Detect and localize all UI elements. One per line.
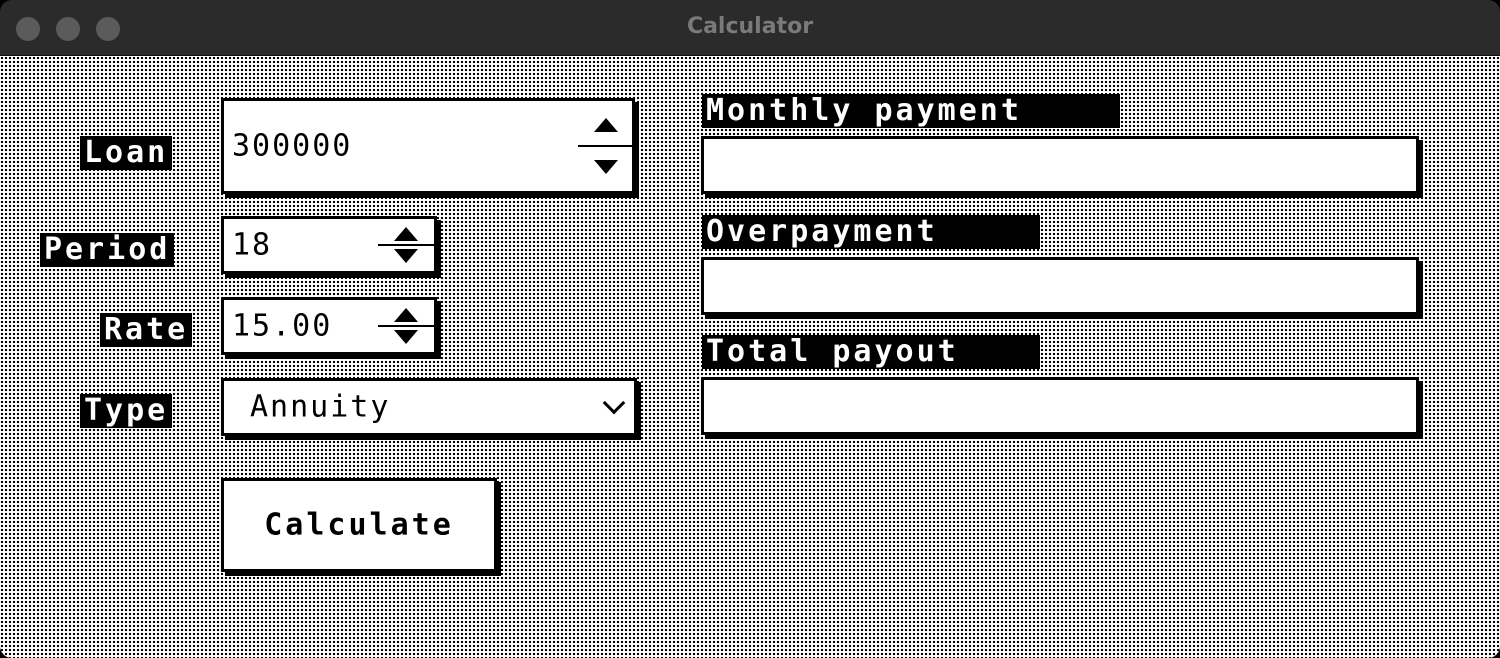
total-payout-field[interactable]	[701, 377, 1419, 435]
monthly-payment-label: Monthly payment	[702, 94, 1120, 128]
total-payout-label: Total payout	[702, 335, 1040, 369]
period-increment-icon[interactable]	[394, 227, 418, 241]
overpayment-field[interactable]	[701, 257, 1419, 315]
calculate-button-label: Calculate	[264, 507, 454, 543]
loan-spin-separator	[578, 145, 634, 147]
period-label: Period	[40, 233, 175, 267]
calculate-button[interactable]: Calculate	[221, 478, 497, 572]
overpayment-label: Overpayment	[702, 215, 1040, 249]
rate-label: Rate	[100, 313, 193, 347]
type-selected-value: Annuity	[250, 389, 391, 425]
calculator-content: Loan 300000 Period 18 Rate 15.00 Type An…	[0, 56, 1500, 658]
period-decrement-icon[interactable]	[394, 249, 418, 263]
title-bar: Calculator	[0, 0, 1500, 56]
monthly-payment-field[interactable]	[701, 136, 1419, 194]
window-title: Calculator	[686, 14, 814, 39]
chevron-down-icon[interactable]	[602, 391, 626, 415]
rate-value[interactable]: 15.00	[232, 309, 332, 344]
loan-label: Loan	[80, 136, 173, 170]
rate-decrement-icon[interactable]	[394, 330, 418, 344]
rate-spinbox[interactable]: 15.00	[221, 297, 437, 355]
loan-decrement-icon[interactable]	[594, 160, 618, 174]
loan-increment-icon[interactable]	[594, 118, 618, 132]
rate-spin-separator	[378, 325, 434, 327]
rate-increment-icon[interactable]	[394, 308, 418, 322]
period-value[interactable]: 18	[232, 228, 272, 263]
type-label: Type	[80, 394, 173, 428]
period-spinbox[interactable]: 18	[221, 216, 437, 274]
period-spin-separator	[378, 244, 434, 246]
loan-spinbox[interactable]: 300000	[221, 98, 635, 194]
calculator-window: Calculator Loan 300000 Period 18 Rate 15…	[0, 0, 1500, 658]
type-select[interactable]: Annuity	[221, 378, 637, 436]
loan-value[interactable]: 300000	[232, 129, 352, 164]
